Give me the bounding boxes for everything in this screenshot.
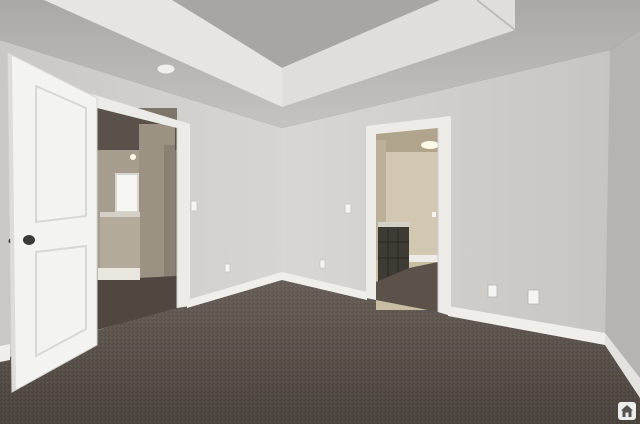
house-logo-icon	[621, 405, 633, 417]
open-door[interactable]	[7, 52, 98, 393]
outlet-back-wall-1	[319, 259, 326, 269]
smoke-detector	[156, 63, 176, 75]
outlet-left-wall	[224, 263, 231, 273]
left-doorway-window	[115, 173, 139, 213]
door-handle[interactable]	[23, 235, 35, 245]
watermark-logo	[618, 402, 636, 420]
room-illustration	[0, 0, 640, 424]
light-switch-right	[344, 203, 352, 214]
baseboard-far-left	[0, 344, 10, 362]
room-photo	[0, 0, 640, 424]
light-switch-left	[190, 200, 198, 212]
outlet-back-wall-3	[527, 289, 540, 305]
right-doorway-ceiling-light	[421, 141, 439, 149]
outlet-back-wall-2	[487, 284, 498, 298]
